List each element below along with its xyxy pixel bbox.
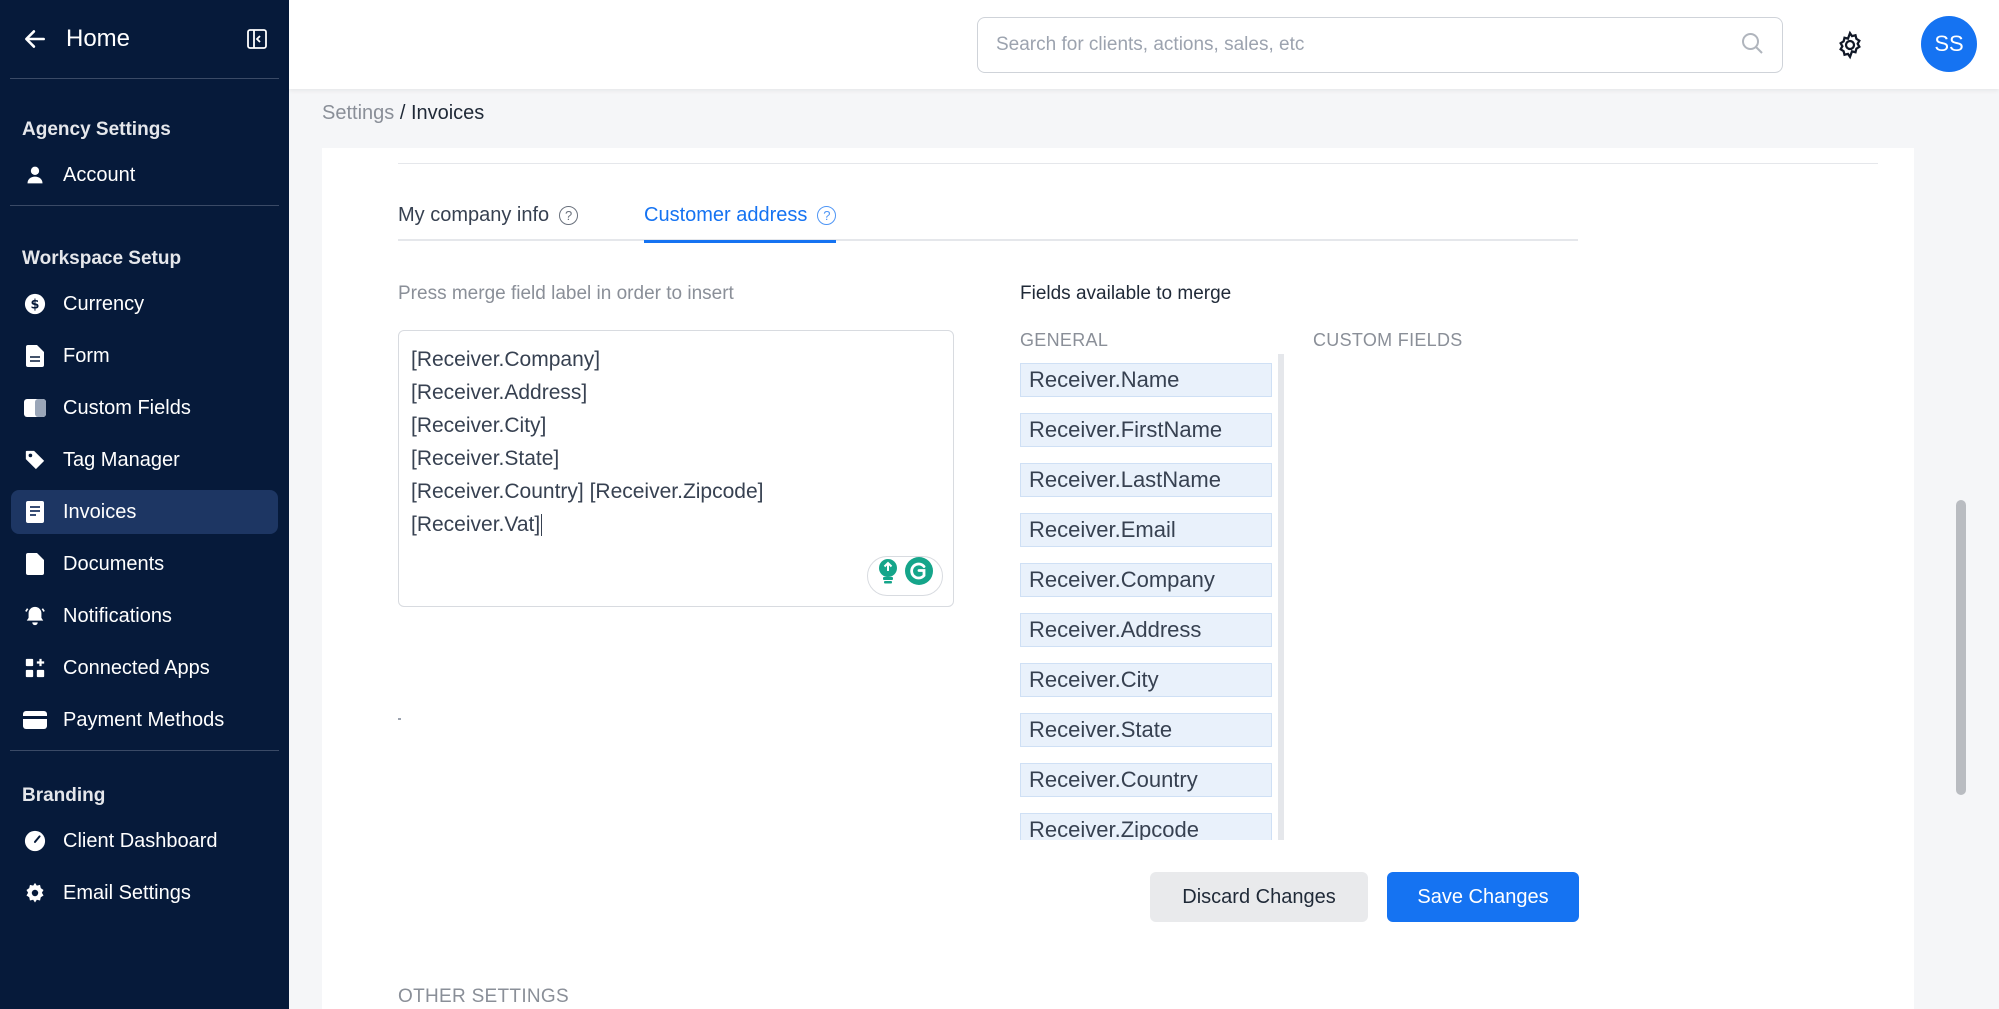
apps-grid-icon (23, 656, 47, 680)
merge-field-chip[interactable]: Receiver.Name (1020, 363, 1272, 397)
editor-line: [Receiver.Country] [Receiver.Zipcode] (411, 480, 764, 503)
editor-line: [Receiver.City] (411, 414, 547, 437)
editor-line-text: [Receiver.Vat] (411, 513, 541, 536)
sidebar-item-custom-fields[interactable]: Custom Fields (11, 386, 278, 430)
general-merge-fields-list[interactable]: Receiver.Name Receiver.FirstName Receive… (1020, 354, 1284, 840)
address-template-editor[interactable]: [Receiver.Company] [Receiver.Address] [R… (398, 330, 954, 607)
sidebar-header: Home (0, 0, 289, 78)
sidebar-item-label: Invoices (63, 500, 137, 523)
sidebar-item-label: Tag Manager (63, 448, 180, 471)
sidebar-item-currency[interactable]: $ Currency (11, 282, 278, 326)
list-scrollbar[interactable] (1278, 354, 1284, 840)
lightbulb-icon[interactable] (876, 558, 900, 594)
section-agency-settings: Agency Settings (22, 119, 171, 140)
help-circle-icon[interactable]: ? (559, 206, 579, 225)
merge-field-chip[interactable]: Receiver.Country (1020, 763, 1272, 797)
merge-field-chip[interactable]: Receiver.City (1020, 663, 1272, 697)
merge-field-chip[interactable]: Receiver.State (1020, 713, 1272, 747)
editor-line: [Receiver.Vat] (411, 508, 941, 541)
general-fields-header: GENERAL (1020, 330, 1109, 350)
merge-field-chip[interactable]: Receiver.Email (1020, 513, 1272, 547)
sidebar-item-notifications[interactable]: Notifications (11, 594, 278, 638)
other-settings-header: OTHER SETTINGS (398, 986, 569, 1007)
text-cursor (541, 514, 543, 537)
save-changes-button[interactable]: Save Changes (1387, 872, 1579, 922)
breadcrumb-settings[interactable]: Settings (322, 102, 394, 124)
sidebar: Home Agency Settings Account Workspace S… (0, 0, 289, 1009)
search-icon[interactable] (1740, 31, 1764, 60)
merge-field-chip[interactable]: Receiver.Address (1020, 613, 1272, 647)
gear-icon (23, 881, 47, 905)
back-arrow-icon[interactable] (22, 25, 50, 53)
sidebar-item-payment-methods[interactable]: Payment Methods (11, 698, 278, 742)
editor-line: [Receiver.Company] (411, 348, 601, 371)
sidebar-item-form[interactable]: Form (11, 334, 278, 378)
editor-line: [Receiver.Address] (411, 381, 588, 404)
credit-card-icon (23, 708, 47, 732)
merge-hint: Press merge field label in order to inse… (398, 283, 734, 304)
merge-fields-title: Fields available to merge (1020, 283, 1232, 304)
tab-customer-address[interactable]: Customer address ? (644, 204, 837, 243)
sidebar-item-connected-apps[interactable]: Connected Apps (11, 646, 278, 690)
stray-mark (398, 718, 401, 720)
grammarly-widget[interactable] (867, 556, 943, 596)
editor-line: [Receiver.State] (411, 447, 560, 470)
sidebar-item-tag-manager[interactable]: Tag Manager (11, 438, 278, 482)
search-box[interactable] (977, 17, 1783, 73)
tab-label: Customer address (644, 204, 808, 226)
sidebar-item-label: Currency (63, 292, 145, 315)
gauge-icon (23, 829, 47, 853)
collapse-sidebar-icon[interactable] (245, 27, 269, 51)
sidebar-item-label: Connected Apps (63, 656, 210, 679)
address-tabs: My company info ? Customer address ? (398, 204, 1578, 243)
sidebar-item-label: Custom Fields (63, 396, 191, 419)
page-scrollbar-thumb[interactable] (1956, 500, 1966, 795)
sidebar-item-email-settings[interactable]: Email Settings (11, 871, 278, 915)
section-branding: Branding (22, 785, 106, 806)
breadcrumb: Settings / Invoices (322, 102, 484, 125)
merge-field-chip[interactable]: Receiver.Company (1020, 563, 1272, 597)
merge-field-chip[interactable]: Receiver.Zipcode (1020, 813, 1272, 840)
section-workspace-setup: Workspace Setup (22, 248, 182, 269)
tab-my-company-info[interactable]: My company info ? (398, 204, 579, 241)
toggle-card-icon (23, 396, 47, 420)
discard-changes-button[interactable]: Discard Changes (1150, 872, 1368, 922)
document-icon (23, 344, 47, 368)
breadcrumb-separator: / (394, 102, 411, 124)
sidebar-item-label: Documents (63, 552, 165, 575)
invoice-icon (23, 500, 47, 524)
search-input[interactable] (996, 34, 1740, 56)
sidebar-item-label: Notifications (63, 604, 172, 627)
grammarly-logo-icon[interactable] (904, 556, 934, 596)
person-icon (23, 163, 47, 187)
breadcrumb-current: Invoices (410, 102, 485, 124)
sidebar-item-label: Form (63, 344, 110, 367)
svg-text:$: $ (31, 298, 40, 313)
home-link[interactable]: Home (66, 25, 130, 53)
help-circle-icon[interactable]: ? (817, 206, 837, 225)
merge-field-chip[interactable]: Receiver.LastName (1020, 463, 1272, 497)
invoice-settings-card: My company info ? Customer address ? Pre… (322, 148, 1914, 1009)
top-header: SS (289, 0, 1999, 89)
tab-label: My company info (398, 204, 550, 226)
sidebar-item-client-dashboard[interactable]: Client Dashboard (11, 819, 278, 863)
settings-gear-icon[interactable] (1835, 30, 1865, 60)
dollar-coin-icon: $ (23, 292, 47, 316)
user-avatar[interactable]: SS (1921, 16, 1977, 72)
sidebar-item-label: Email Settings (63, 881, 191, 904)
sidebar-item-label: Client Dashboard (63, 829, 218, 852)
divider (398, 163, 1878, 164)
sidebar-item-label: Account (63, 163, 136, 186)
sidebar-item-account[interactable]: Account (11, 153, 278, 197)
tag-icon (23, 448, 47, 472)
sidebar-item-invoices[interactable]: Invoices (11, 490, 278, 534)
document-icon (23, 552, 47, 576)
merge-field-chip[interactable]: Receiver.FirstName (1020, 413, 1272, 447)
bell-icon (23, 604, 47, 628)
sidebar-item-documents[interactable]: Documents (11, 542, 278, 586)
sidebar-item-label: Payment Methods (63, 708, 225, 731)
custom-fields-header: CUSTOM FIELDS (1313, 330, 1463, 350)
